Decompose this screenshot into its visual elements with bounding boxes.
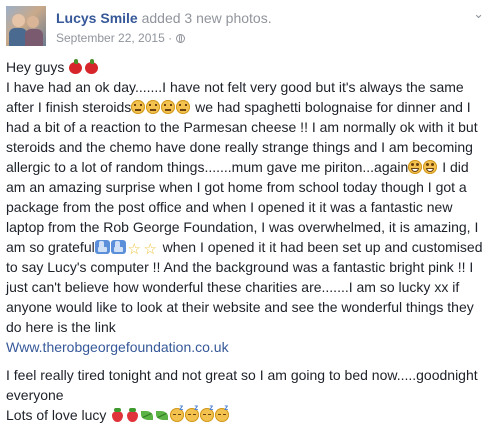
star-icon: ☆	[143, 241, 157, 258]
thumbs-up-icon	[94, 240, 110, 254]
sleepy-face-icon	[170, 404, 185, 422]
meta-separator: ·	[168, 31, 173, 45]
leaf-emoji-icon	[155, 408, 169, 422]
post-date-link[interactable]: September 22, 2015	[56, 31, 165, 45]
post-meta: September 22, 2015 ·	[56, 31, 186, 46]
greeting-text: Hey guys	[6, 59, 65, 75]
disappointed-face-icon	[146, 100, 161, 114]
sleepy-face-icon	[200, 404, 215, 422]
leaf-emoji-icon	[140, 408, 154, 422]
apple-emoji-icon	[68, 59, 83, 74]
grinning-face-icon	[423, 160, 438, 174]
post-title: Lucys Smile added 3 new photos.	[56, 10, 272, 27]
avatar[interactable]	[6, 6, 46, 46]
post-text: I feel really tired tonight and not grea…	[6, 367, 478, 403]
facebook-post: Lucys Smile added 3 new photos. Septembe…	[0, 0, 492, 423]
star-icon: ☆	[127, 241, 141, 258]
post-paragraph: Hey guys I have had an ok day.......I ha…	[6, 57, 490, 357]
disappointed-face-icon	[131, 100, 146, 114]
avatar-face	[27, 16, 39, 28]
disappointed-face-icon	[161, 100, 176, 114]
sleepy-face-icon	[185, 404, 200, 422]
author-name-link[interactable]: Lucys Smile	[56, 10, 138, 26]
thumbs-up-icon	[110, 240, 126, 254]
globe-icon[interactable]	[176, 34, 186, 43]
post-body: Hey guys I have had an ok day.......I ha…	[6, 57, 490, 425]
strawberry-emoji-icon	[110, 408, 124, 422]
signoff-text: Lots of love lucy	[6, 407, 107, 423]
post-header: Lucys Smile added 3 new photos. Septembe…	[6, 6, 486, 46]
post-action-text: added 3 new photos.	[141, 10, 272, 26]
avatar-figure	[25, 29, 43, 46]
strawberry-emoji-icon	[125, 408, 139, 422]
chevron-down-icon[interactable]: ⌄	[473, 6, 484, 22]
grinning-face-icon	[408, 160, 423, 174]
avatar-face	[12, 14, 25, 27]
foundation-website-link[interactable]: Www.therobgeorgefoundation.co.uk	[6, 339, 229, 355]
disappointed-face-icon	[176, 100, 191, 114]
sleepy-face-icon	[215, 404, 230, 422]
apple-emoji-icon	[84, 59, 99, 74]
post-paragraph: I feel really tired tonight and not grea…	[6, 365, 490, 425]
